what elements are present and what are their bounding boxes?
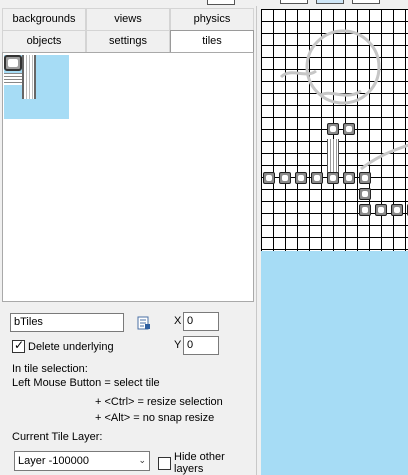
tab-backgrounds[interactable]: backgrounds bbox=[2, 8, 86, 30]
document-list-icon[interactable] bbox=[137, 316, 151, 330]
toolbar-button-fragment[interactable] bbox=[316, 0, 344, 4]
room-view[interactable] bbox=[258, 0, 408, 475]
y-label: Y bbox=[174, 339, 182, 351]
tileset-image[interactable] bbox=[4, 55, 69, 119]
chevron-down-icon[interactable]: ⌄ bbox=[138, 452, 146, 470]
tab-tiles[interactable]: tiles bbox=[170, 30, 254, 52]
tile-layer-select[interactable]: Layer -100000 ⌄ bbox=[14, 451, 150, 471]
selected-tile-block-icon[interactable] bbox=[4, 55, 22, 71]
room-toolbar-strip bbox=[258, 0, 408, 8]
tile-layer-value: Layer -100000 bbox=[18, 455, 89, 467]
toolbar-button-fragment[interactable] bbox=[352, 0, 380, 4]
water-area[interactable] bbox=[261, 251, 408, 475]
delete-underlying-label[interactable]: Delete underlying bbox=[28, 341, 114, 353]
x-label: X bbox=[174, 315, 182, 327]
help-line-2: Left Mouse Button = select tile bbox=[12, 377, 160, 389]
top-toolbar-strip bbox=[0, 0, 257, 6]
y-field[interactable]: 0 bbox=[183, 336, 219, 355]
toolbar-button-fragment[interactable] bbox=[280, 0, 308, 4]
tab-objects[interactable]: objects bbox=[2, 30, 86, 52]
background-decoration bbox=[279, 29, 408, 171]
tileset-preview-area[interactable] bbox=[2, 52, 254, 302]
tile-options-form: bTiles X 0 Y 0 Delete underlying In tile… bbox=[0, 305, 257, 475]
hide-other-layers-checkbox[interactable] bbox=[158, 457, 171, 470]
tab-settings[interactable]: settings bbox=[86, 30, 170, 52]
tab-row-1: backgrounds views physics bbox=[2, 8, 254, 30]
tab-views[interactable]: views bbox=[86, 8, 170, 30]
tiles-editor-panel: backgrounds views physics objects settin… bbox=[0, 0, 257, 475]
x-field[interactable]: 0 bbox=[183, 312, 219, 331]
tab-physics[interactable]: physics bbox=[170, 8, 254, 30]
help-line-1: In tile selection: bbox=[12, 363, 88, 375]
toolbar-button-fragment[interactable] bbox=[207, 0, 235, 5]
tile-strip-icon bbox=[4, 73, 22, 85]
tab-row-2: objects settings tiles bbox=[2, 30, 254, 52]
delete-underlying-checkbox[interactable] bbox=[12, 338, 25, 353]
hide-other-layers-label[interactable]: Hide other layers bbox=[174, 451, 234, 475]
tileset-field[interactable]: bTiles bbox=[10, 313, 124, 332]
current-tile-layer-label: Current Tile Layer: bbox=[12, 431, 103, 443]
help-line-3: + <Ctrl> = resize selection bbox=[95, 396, 223, 408]
help-line-4: + <Alt> = no snap resize bbox=[95, 412, 215, 424]
tile-pillar-icon bbox=[22, 55, 36, 99]
